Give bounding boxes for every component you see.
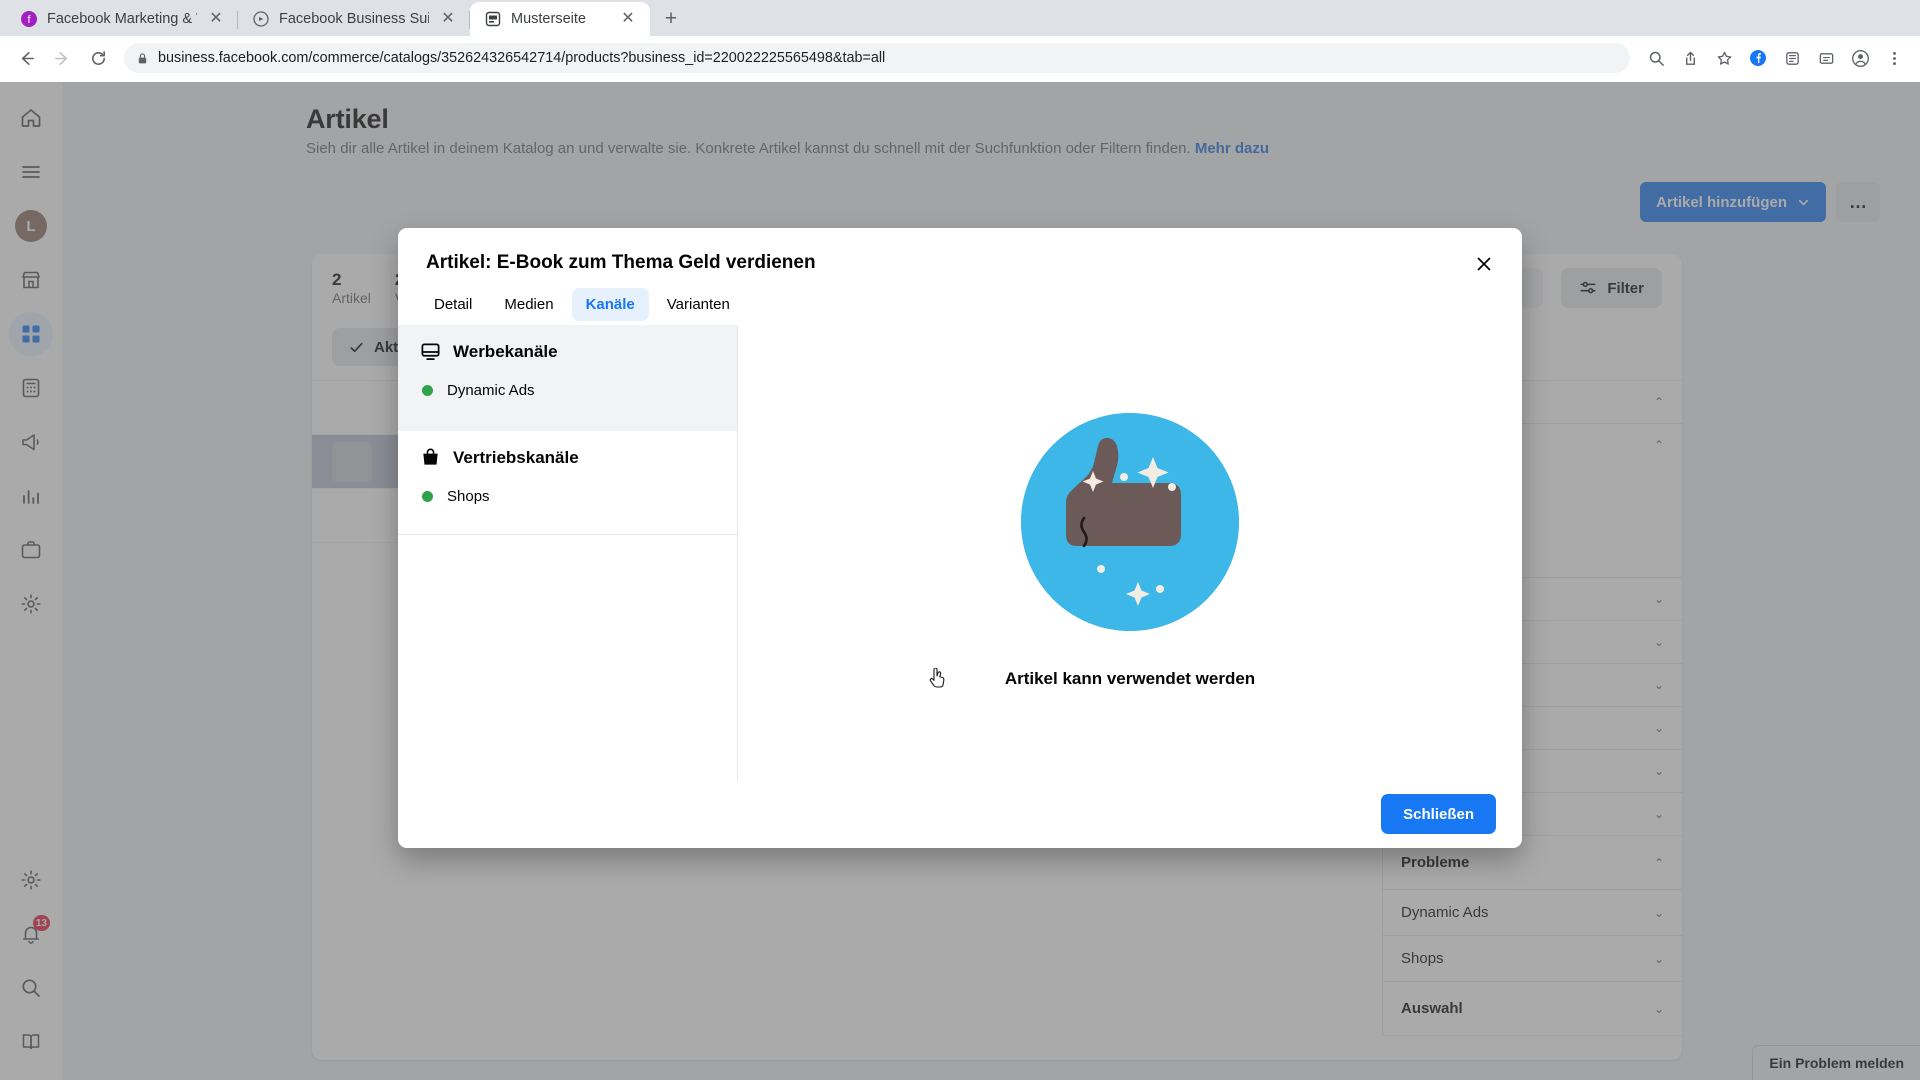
reload-icon[interactable]: [82, 42, 114, 74]
address-bar[interactable]: business.facebook.com/commerce/catalogs/…: [124, 43, 1630, 73]
close-icon[interactable]: [1468, 248, 1500, 280]
channel-preview: Artikel kann verwendet werden: [738, 325, 1522, 780]
tab-title: Musterseite: [511, 11, 586, 27]
group-title: Werbekanäle: [453, 341, 558, 361]
close-icon[interactable]: ✕: [206, 9, 226, 29]
group-header: Werbekanäle: [398, 325, 737, 372]
compass-icon: [252, 10, 270, 28]
toolbar-actions: [1640, 42, 1910, 74]
browser-window: f Facebook Marketing & Werbea ✕ Facebook…: [0, 0, 1920, 1080]
share-icon[interactable]: [1674, 42, 1706, 74]
browser-tab[interactable]: Facebook Business Suite ✕: [238, 2, 470, 36]
group-header: Vertriebskanäle: [398, 431, 737, 478]
modal-title: Artikel: E-Book zum Thema Geld verdienen: [426, 252, 816, 273]
vertriebskanaele-group: Vertriebskanäle Shops: [398, 431, 737, 535]
channel-status-text: Artikel kann verwendet werden: [1004, 669, 1256, 688]
tab-strip: f Facebook Marketing & Werbea ✕ Facebook…: [0, 0, 1920, 36]
facebook-purple-icon: f: [20, 10, 38, 28]
tab-title: Facebook Business Suite: [279, 11, 429, 27]
menu-icon[interactable]: [1878, 42, 1910, 74]
modal-body: Werbekanäle Dynamic Ads Vertriebskanäle: [398, 325, 1522, 780]
item-detail-modal: Artikel: E-Book zum Thema Geld verdienen…: [398, 228, 1522, 848]
browser-toolbar: business.facebook.com/commerce/catalogs/…: [0, 36, 1920, 80]
group-divider: [398, 515, 737, 535]
ad-monitor-icon: [420, 341, 441, 362]
channel-dynamic-ads[interactable]: Dynamic Ads: [398, 372, 737, 409]
lock-icon: [136, 52, 149, 65]
zoom-icon[interactable]: [1640, 42, 1672, 74]
extension-icon[interactable]: [1776, 42, 1808, 74]
new-tab-button[interactable]: +: [654, 2, 688, 36]
shopping-bag-icon: [420, 447, 441, 468]
page-icon: [484, 10, 502, 28]
tab-detail[interactable]: Detail: [420, 288, 486, 321]
channel-shops[interactable]: Shops: [398, 478, 737, 515]
profile-icon[interactable]: [1844, 42, 1876, 74]
group-title: Vertriebskanäle: [453, 447, 579, 467]
close-icon[interactable]: ✕: [618, 9, 638, 29]
mouse-cursor: [928, 668, 946, 688]
channels-list: Werbekanäle Dynamic Ads Vertriebskanäle: [398, 325, 738, 780]
facebook-icon[interactable]: [1742, 42, 1774, 74]
werbekanaele-group: Werbekanäle Dynamic Ads: [398, 325, 737, 431]
close-button[interactable]: Schließen: [1381, 794, 1496, 834]
tab-kanaele[interactable]: Kanäle: [571, 288, 649, 321]
status-dot: [422, 385, 433, 396]
tab-medien[interactable]: Medien: [490, 288, 567, 321]
modal-tabs: Detail Medien Kanäle Varianten: [398, 274, 1522, 321]
modal-footer: Schließen: [398, 780, 1522, 848]
browser-tab[interactable]: f Facebook Marketing & Werbea ✕: [6, 2, 238, 36]
back-arrow-icon[interactable]: [10, 42, 42, 74]
url-text: business.facebook.com/commerce/catalogs/…: [158, 50, 886, 66]
forward-arrow-icon[interactable]: [46, 42, 78, 74]
channel-label: Dynamic Ads: [447, 382, 535, 399]
star-icon[interactable]: [1708, 42, 1740, 74]
tab-title: Facebook Marketing & Werbea: [47, 11, 197, 27]
close-icon[interactable]: ✕: [438, 9, 458, 29]
thumbs-up-illustration: [1021, 413, 1239, 631]
sync-icon[interactable]: [1810, 42, 1842, 74]
channel-label: Shops: [447, 488, 490, 505]
browser-tab-active[interactable]: Musterseite ✕: [470, 2, 650, 36]
status-dot: [422, 491, 433, 502]
tab-varianten[interactable]: Varianten: [653, 288, 744, 321]
